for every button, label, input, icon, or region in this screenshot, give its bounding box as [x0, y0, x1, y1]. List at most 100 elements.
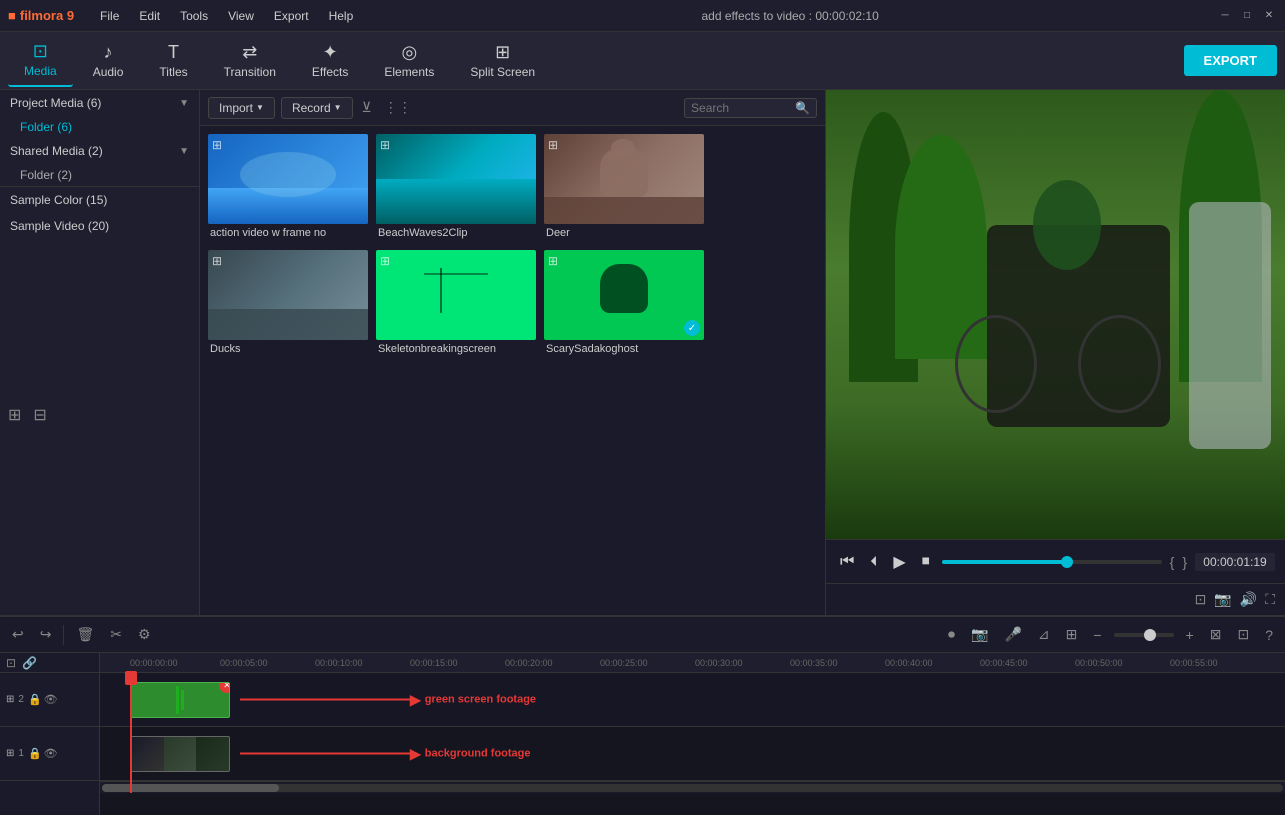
- titles-icon: T: [168, 42, 179, 63]
- settings-button[interactable]: ⚙: [134, 624, 155, 645]
- snapshot-tl-button[interactable]: 📷: [967, 624, 992, 645]
- render-preview-button[interactable]: ⊡: [1195, 591, 1207, 608]
- menu-help[interactable]: Help: [319, 5, 364, 27]
- track-1-eye-icon[interactable]: 👁: [44, 747, 58, 760]
- scrollbar-track: [102, 784, 1283, 792]
- track-1-icons: 🔒 👁: [28, 747, 58, 760]
- project-media-item[interactable]: Project Media (6) ▼: [0, 90, 199, 116]
- undo-button[interactable]: ↩: [8, 624, 28, 645]
- tab-splitscreen[interactable]: ⊞ Split Screen: [454, 35, 551, 87]
- delete-button[interactable]: 🗑: [72, 624, 98, 645]
- redo-button[interactable]: ↪: [36, 624, 56, 645]
- tab-media[interactable]: ⊡ Media: [8, 35, 73, 87]
- video-preview-frame: [826, 90, 1285, 539]
- bracket-out-button[interactable]: }: [1182, 554, 1187, 570]
- add-track-button[interactable]: ⊞: [1062, 624, 1082, 645]
- tab-effects[interactable]: ✦ Effects: [296, 35, 364, 87]
- app-name: filmora 9: [20, 8, 74, 23]
- record-button[interactable]: Record ▼: [281, 97, 353, 119]
- selected-check-icon: ✓: [684, 320, 700, 336]
- effects-icon: ✦: [323, 42, 338, 63]
- search-input[interactable]: [691, 101, 791, 115]
- menu-export[interactable]: Export: [264, 5, 319, 27]
- close-button[interactable]: ✕: [1261, 8, 1277, 24]
- ruler-label-area: ⊡ 🔗: [0, 653, 99, 673]
- track-2-eye-icon[interactable]: 👁: [44, 693, 58, 706]
- menu-view[interactable]: View: [218, 5, 264, 27]
- tab-audio[interactable]: ♪ Audio: [77, 35, 140, 87]
- main-toolbar: ⊡ Media ♪ Audio T Titles ⇄ Transition ✦ …: [0, 32, 1285, 90]
- shared-media-item[interactable]: Shared Media (2) ▼: [0, 138, 199, 164]
- timeline-scrollbar[interactable]: [100, 781, 1285, 793]
- magnet-button[interactable]: 🔗: [22, 656, 37, 670]
- ruler-mark-45: 00:00:45:00: [980, 658, 1028, 668]
- minimize-button[interactable]: ─: [1217, 8, 1233, 24]
- media-thumb-6[interactable]: ⊞ ✓: [544, 250, 704, 340]
- background-annotation: ▶ background footage: [240, 745, 531, 762]
- grid-view-icon[interactable]: ⋮⋮: [381, 96, 415, 119]
- elements-icon: ◎: [402, 42, 418, 63]
- full-timeline-button[interactable]: ⊡: [1233, 624, 1253, 645]
- grid-overlay-icon: ⊞: [212, 138, 222, 152]
- grid-overlay-icon: ⊞: [548, 254, 558, 268]
- track-clip-green[interactable]: ✕: [130, 682, 230, 718]
- bracket-in-button[interactable]: {: [1170, 554, 1175, 570]
- grid-overlay-icon: ⊞: [548, 138, 558, 152]
- timeline: ↩ ↪ 🗑 ✂ ⚙ ⏺ 📷 🎤 ⊿ ⊞ − + ⊠ ⊡ ? ⊡ �: [0, 615, 1285, 815]
- filter-icon[interactable]: ⊻: [359, 96, 375, 119]
- tab-elements[interactable]: ◎ Elements: [368, 35, 450, 87]
- track-clip-background[interactable]: [130, 736, 230, 772]
- play-button[interactable]: ▶: [889, 550, 909, 574]
- media-thumb-1[interactable]: ⊞ 854: [208, 134, 368, 224]
- green-screen-annotation: ▶ green screen footage: [240, 691, 536, 708]
- folder-6-item[interactable]: Folder (6): [0, 116, 199, 138]
- import-button[interactable]: Import ▼: [208, 97, 275, 119]
- link-tracks-button[interactable]: ⊡: [6, 656, 16, 670]
- media-toolbar: Import ▼ Record ▼ ⊻ ⋮⋮ 🔍: [200, 90, 825, 126]
- audio-button[interactable]: 🔊: [1240, 591, 1257, 608]
- skip-back-button[interactable]: ⏮: [836, 551, 858, 573]
- media-thumb-5[interactable]: ⊞: [376, 250, 536, 340]
- menu-tools[interactable]: Tools: [170, 5, 218, 27]
- folder-2-item[interactable]: Folder (2): [0, 164, 199, 186]
- list-item: ⊞ ✓ ScarySadakoghost: [544, 250, 704, 358]
- annotation-arrow-green: ▶: [410, 691, 421, 708]
- track-1-lock-icon[interactable]: 🔒: [28, 747, 42, 760]
- ruler-mark-5: 00:00:05:00: [220, 658, 268, 668]
- media-thumb-4[interactable]: ⊞: [208, 250, 368, 340]
- record-tl-button[interactable]: ⏺: [944, 624, 959, 645]
- restore-button[interactable]: □: [1239, 8, 1255, 24]
- export-button[interactable]: EXPORT: [1184, 45, 1277, 76]
- import-arrow: ▼: [256, 103, 264, 112]
- fullscreen-button[interactable]: ⛶: [1265, 591, 1275, 608]
- stop-button[interactable]: ⏹: [918, 551, 934, 573]
- zoom-thumb[interactable]: [1144, 629, 1156, 641]
- track-1-grid-icon: ⊞: [6, 748, 14, 759]
- tab-titles[interactable]: T Titles: [143, 35, 203, 87]
- sample-color-item[interactable]: Sample Color (15): [0, 187, 199, 213]
- detach-audio-button[interactable]: ⊿: [1034, 624, 1054, 645]
- voice-button[interactable]: 🎤: [1000, 624, 1025, 645]
- main-area: Project Media (6) ▼ Folder (6) Shared Me…: [0, 90, 1285, 615]
- search-box: 🔍: [684, 98, 817, 118]
- add-folder-button[interactable]: ⊞: [8, 405, 21, 425]
- track-2-lock-icon[interactable]: 🔒: [28, 693, 42, 706]
- remove-folder-button[interactable]: ⊟: [33, 405, 46, 425]
- cut-button[interactable]: ✂: [106, 624, 126, 645]
- zoom-track[interactable]: [1114, 633, 1174, 637]
- tab-transition[interactable]: ⇄ Transition: [208, 35, 292, 87]
- fit-timeline-button[interactable]: ⊠: [1206, 624, 1226, 645]
- step-back-button[interactable]: ⏴: [866, 551, 881, 572]
- ruler-mark-50: 00:00:50:00: [1075, 658, 1123, 668]
- media-thumb-3[interactable]: ⊞: [544, 134, 704, 224]
- help-tl-button[interactable]: ?: [1261, 625, 1277, 645]
- record-arrow: ▼: [334, 103, 342, 112]
- list-item: ⊞ BeachWaves2Clip: [376, 134, 536, 242]
- media-thumb-2[interactable]: ⊞: [376, 134, 536, 224]
- scrollbar-thumb[interactable]: [102, 784, 279, 792]
- snapshot-button[interactable]: 📷: [1214, 591, 1231, 608]
- menu-edit[interactable]: Edit: [129, 5, 170, 27]
- menu-file[interactable]: File: [90, 5, 129, 27]
- progress-bar[interactable]: [942, 560, 1162, 564]
- sample-video-item[interactable]: Sample Video (20): [0, 213, 199, 239]
